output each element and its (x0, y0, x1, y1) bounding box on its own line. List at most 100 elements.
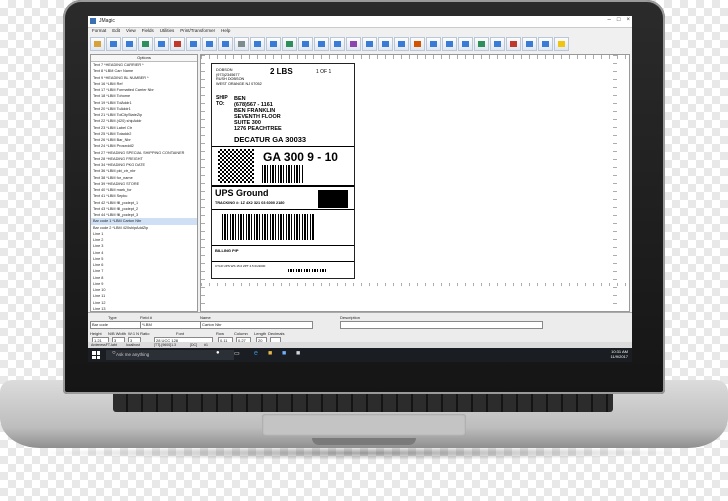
description-input[interactable] (340, 321, 543, 329)
toolbar-button-icon[interactable] (138, 37, 153, 51)
toolbar-button-icon[interactable] (154, 37, 169, 51)
to-address: BEN (678)567 - 1161 BEN FRANKLIN SEVENTH… (234, 96, 282, 132)
laptop-notch (312, 438, 416, 445)
divider (212, 185, 354, 187)
tracking-barcode (222, 214, 314, 240)
maximize-icon[interactable]: □ (617, 17, 621, 23)
toolbar-button-icon[interactable] (490, 37, 505, 51)
menu-fields[interactable]: Fields (142, 28, 154, 36)
search-box[interactable]: Ask me anything (106, 350, 234, 360)
row-label: Row (216, 331, 225, 336)
label-footer: CTLR UPS WS 15.0 ZPT 4.5 01/2000 (215, 264, 266, 268)
toolbar-button-icon[interactable] (378, 37, 393, 51)
panel-header: Options (91, 55, 197, 62)
menu-format[interactable]: Format (92, 28, 106, 36)
minimize-icon[interactable]: – (608, 17, 611, 23)
window-title: JMagic (99, 18, 115, 24)
toolbar-button-icon[interactable] (314, 37, 329, 51)
toolbar (90, 37, 569, 51)
shipping-label[interactable]: DOBSON (973)2345677 RUSH DOBSON WEST ORA… (211, 63, 355, 279)
toolbar-button-icon[interactable] (218, 37, 233, 51)
menu-view[interactable]: View (126, 28, 136, 36)
edge-icon[interactable]: e (254, 350, 258, 357)
toolbar-button-icon[interactable] (458, 37, 473, 51)
status-host: ArdenessFT-Iabt (91, 343, 117, 347)
toolbar-button-icon[interactable] (554, 37, 569, 51)
to-line: 1276 PEACHTREE (234, 126, 282, 132)
label-design-canvas[interactable]: DOBSON (973)2345677 RUSH DOBSON WEST ORA… (200, 54, 630, 312)
type-header: Type (108, 315, 117, 320)
microphone-icon[interactable]: ● (216, 350, 220, 356)
jmagic-taskbar-icon[interactable]: ■ (296, 350, 300, 357)
toolbar-button-icon[interactable] (282, 37, 297, 51)
ship-to-label: SHIP TO: (216, 95, 228, 107)
toolbar-button-icon[interactable] (474, 37, 489, 51)
toolbar-button-icon[interactable] (90, 37, 105, 51)
weight: 2 LBS (270, 67, 293, 76)
field-list-panel: Options Text 7 *HEADING CARRIER * Text 8 … (90, 54, 198, 312)
length-label: Length (254, 331, 267, 336)
decimals-label: Decimals (268, 331, 285, 336)
field-number-input[interactable]: *LBM (140, 321, 201, 329)
ratio-label: W:1 N Ratio (128, 331, 150, 336)
window-titlebar: JMagic – □ × (88, 16, 632, 28)
toolbar-button-icon[interactable] (234, 37, 249, 51)
menu-utilities[interactable]: Utilities (160, 28, 175, 36)
toolbar-button-icon[interactable] (106, 37, 121, 51)
billing-info: BILLING P/P (215, 248, 239, 253)
toolbar-button-icon[interactable] (410, 37, 425, 51)
type-select[interactable]: Bar code (90, 321, 141, 329)
font-label: Font (176, 331, 185, 336)
menu-edit[interactable]: Edit (112, 28, 120, 36)
footer-barcode (288, 269, 326, 272)
file-explorer-icon[interactable]: ■ (268, 350, 272, 357)
toolbar-button-icon[interactable] (506, 37, 521, 51)
menu-help[interactable]: Help (221, 28, 230, 36)
from-address: DOBSON (973)2345677 RUSH DOBSON WEST ORA… (216, 68, 262, 86)
toolbar-button-icon[interactable] (538, 37, 553, 51)
divider (212, 261, 354, 262)
windows-start-icon[interactable] (92, 351, 100, 359)
status-page: #1 (204, 343, 208, 347)
toolbar-button-icon[interactable] (442, 37, 457, 51)
store-icon[interactable]: ■ (282, 350, 286, 357)
maxicode (218, 149, 254, 183)
from-line: WEST ORANGE NJ 07052 (216, 81, 262, 86)
menu-bar: Format Edit View Fields Utilities Print/… (88, 28, 230, 36)
nb-width-label: N/B Width (108, 331, 127, 336)
app-icon (90, 18, 96, 24)
toolbar-button-icon[interactable] (298, 37, 313, 51)
toolbar-button-icon[interactable] (426, 37, 441, 51)
toolbar-button-icon[interactable] (202, 37, 217, 51)
toolbar-button-icon[interactable] (330, 37, 345, 51)
tracking-number: TRACKING #: 1Z 4X2 321 03 6000 2180 (215, 201, 285, 205)
toolbar-button-icon[interactable] (122, 37, 137, 51)
task-view-icon[interactable]: ▭ (234, 350, 240, 357)
route-code: GA 300 9 - 10 (263, 150, 338, 164)
toolbar-button-icon[interactable] (394, 37, 409, 51)
close-icon[interactable]: × (626, 17, 630, 23)
dotted-guide (201, 283, 629, 286)
system-tray: 10:31 AM 11/9/2017 (611, 349, 629, 359)
toolbar-button-icon[interactable] (522, 37, 537, 51)
toolbar-button-icon[interactable] (362, 37, 377, 51)
to-city: DECATUR GA 30033 (234, 135, 307, 144)
divider (212, 209, 354, 210)
toolbar-button-icon[interactable] (266, 37, 281, 51)
top-ruler (201, 55, 629, 59)
toolbar-button-icon[interactable] (186, 37, 201, 51)
name-input[interactable]: Carton Nbr (200, 321, 313, 329)
toolbar-button-icon[interactable] (250, 37, 265, 51)
list-item[interactable]: Text 27 *HEADING SPECIAL SHIPPING CONTAI… (91, 150, 197, 156)
divider (212, 146, 354, 147)
search-icon: ○ (112, 350, 116, 356)
toolbar-button-icon[interactable] (170, 37, 185, 51)
postal-barcode (262, 165, 304, 183)
name-header: Name (200, 315, 211, 320)
menu-print-transformer[interactable]: Print/Transformer (180, 28, 215, 36)
field-number-header: Field # (140, 315, 153, 320)
toolbar-button-icon[interactable] (346, 37, 361, 51)
left-ruler (201, 55, 205, 311)
status-mode: [DC] (190, 343, 197, 347)
status-server: localhost (126, 343, 140, 347)
